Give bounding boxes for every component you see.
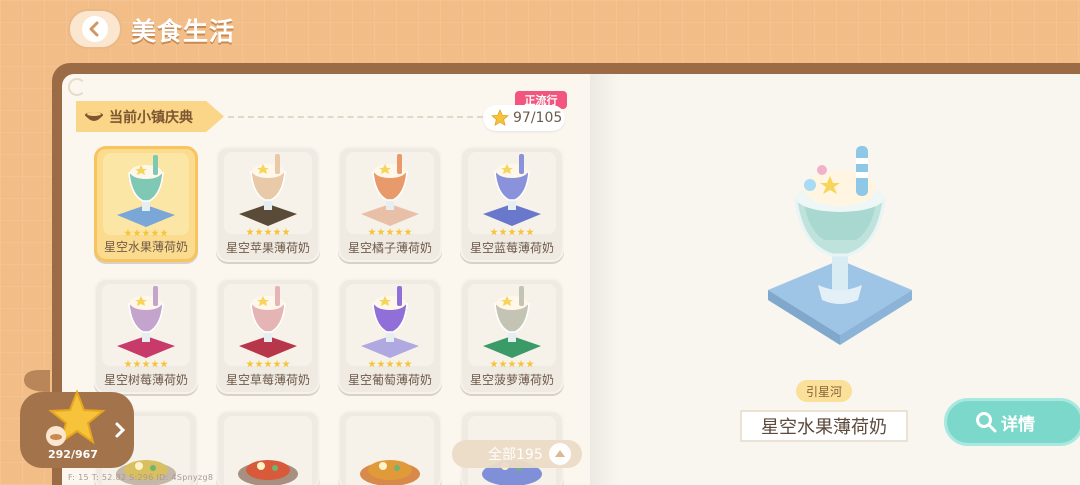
star-icon <box>273 360 281 368</box>
page-title: 美食生活 <box>131 17 236 46</box>
dish-icon <box>238 460 298 485</box>
star-icon <box>282 360 290 368</box>
star-icon <box>142 229 150 237</box>
milkshake-icon <box>483 286 541 358</box>
star-icon <box>395 228 403 236</box>
rating-stars <box>490 228 534 236</box>
star-icon <box>395 360 403 368</box>
star-icon <box>491 109 509 126</box>
star-icon <box>246 228 254 236</box>
debug-info: F: 15 T: 52.82 S:296 ID: 4Spnyzg8 <box>68 473 214 482</box>
star-icon <box>517 360 525 368</box>
item-card[interactable]: 星空菠萝薄荷奶 <box>460 278 564 394</box>
milkshake-icon <box>117 286 175 358</box>
star-icon <box>255 360 263 368</box>
collection-count: 292/967 <box>48 448 98 461</box>
item-card[interactable]: 星空蓝莓薄荷奶 <box>460 146 564 262</box>
star-icon <box>273 228 281 236</box>
selected-item-name: 星空水果薄荷奶 <box>740 410 908 442</box>
star-icon <box>508 360 516 368</box>
rating-stars <box>246 360 290 368</box>
star-icon <box>499 228 507 236</box>
star-icon <box>124 360 132 368</box>
divider <box>228 116 483 118</box>
item-name: 星空葡萄薄荷奶 <box>347 373 432 387</box>
rating-stars <box>490 360 534 368</box>
star-icon <box>526 360 534 368</box>
item-card[interactable]: 星空水果薄荷奶 <box>94 146 198 262</box>
milkshake-icon <box>239 154 297 226</box>
detail-label: 详情 <box>1001 414 1035 435</box>
star-icon <box>377 360 385 368</box>
star-icon <box>133 229 141 237</box>
item-name: 星空苹果薄荷奶 <box>225 241 310 255</box>
star-icon <box>124 229 132 237</box>
item-name: 星空菠萝薄荷奶 <box>469 373 554 387</box>
milkshake-icon <box>239 286 297 358</box>
star-icon <box>133 360 141 368</box>
star-icon <box>526 228 534 236</box>
rating-stars <box>368 228 412 236</box>
page-corner-decoration <box>68 78 86 96</box>
origin-tag: 引星河 <box>796 380 852 402</box>
star-icon <box>282 228 290 236</box>
search-icon <box>976 412 997 433</box>
milkshake-icon <box>361 286 419 358</box>
star-icon <box>264 228 272 236</box>
selected-item-image <box>760 140 920 354</box>
item-card[interactable]: 星空橘子薄荷奶 <box>338 146 442 262</box>
rating-stars <box>124 360 168 368</box>
item-name: 星空蓝莓薄荷奶 <box>469 241 554 255</box>
progress-count: 97/105 <box>513 110 563 126</box>
filter-label: 全部195 <box>488 447 543 463</box>
item-name: 星空草莓薄荷奶 <box>225 373 310 387</box>
star-icon <box>368 360 376 368</box>
milkshake-icon <box>483 154 541 226</box>
chevron-left-icon <box>82 16 108 42</box>
detail-button[interactable]: 详情 <box>944 398 1080 446</box>
star-icon <box>160 360 168 368</box>
star-icon <box>255 228 263 236</box>
item-card[interactable]: 星空葡萄薄荷奶 <box>338 278 442 394</box>
festival-progress: 97/105 <box>483 105 565 131</box>
star-icon <box>377 228 385 236</box>
star-icon <box>490 228 498 236</box>
star-icon <box>499 360 507 368</box>
bowl-icon <box>85 111 103 121</box>
star-icon <box>517 228 525 236</box>
item-name: 星空水果薄荷奶 <box>103 240 188 254</box>
item-card[interactable]: 星空苹果薄荷奶 <box>216 146 320 262</box>
star-icon <box>404 360 412 368</box>
back-button[interactable] <box>68 9 122 49</box>
star-icon <box>264 360 272 368</box>
rating-stars <box>368 360 412 368</box>
star-icon <box>368 228 376 236</box>
star-icon <box>508 228 516 236</box>
star-icon <box>490 360 498 368</box>
star-icon <box>386 228 394 236</box>
milkshake-icon <box>117 155 175 227</box>
rating-stars <box>124 229 168 237</box>
item-name: 星空橘子薄荷奶 <box>347 241 432 255</box>
star-icon <box>246 360 254 368</box>
festival-tag: 当前小镇庆典 <box>76 101 224 132</box>
star-icon <box>142 360 150 368</box>
item-card[interactable] <box>216 410 320 485</box>
star-icon <box>404 228 412 236</box>
star-icon <box>151 229 159 237</box>
item-card[interactable]: 星空草莓薄荷奶 <box>216 278 320 394</box>
milkshake-icon <box>361 154 419 226</box>
chevron-up-icon <box>548 443 571 465</box>
star-icon <box>160 229 168 237</box>
star-icon <box>386 360 394 368</box>
dish-icon <box>360 460 420 485</box>
star-icon <box>151 360 159 368</box>
festival-label: 当前小镇庆典 <box>109 109 193 126</box>
filter-dropdown[interactable]: 全部195 <box>452 440 582 468</box>
item-card[interactable] <box>338 410 442 485</box>
rating-stars <box>246 228 290 236</box>
